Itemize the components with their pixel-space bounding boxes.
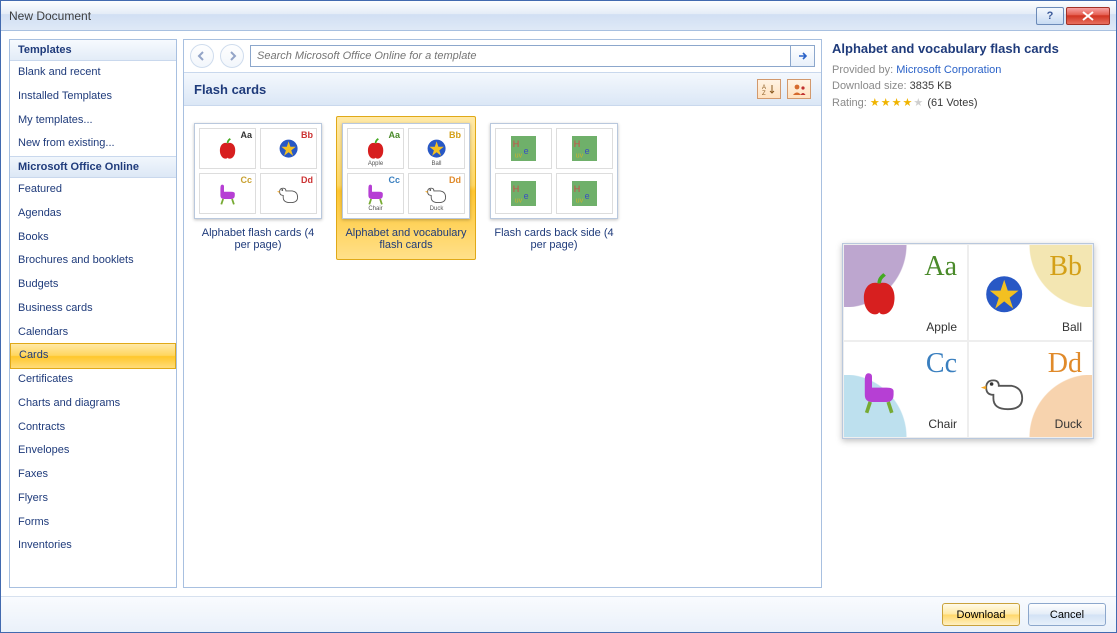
arrow-left-icon bbox=[196, 50, 208, 62]
window-title: New Document bbox=[7, 9, 1034, 23]
svg-text:e: e bbox=[585, 191, 590, 201]
sidebar-item[interactable]: Business cards bbox=[10, 297, 176, 321]
sidebar-item[interactable]: Charts and diagrams bbox=[10, 392, 176, 416]
title-bar: New Document ? bbox=[1, 1, 1116, 31]
person-icon bbox=[792, 83, 806, 95]
template-label: Alphabet and vocabulary flash cards bbox=[341, 227, 471, 251]
arrow-right-icon bbox=[797, 50, 809, 62]
new-document-dialog: New Document ? Templates Blank and recen… bbox=[0, 0, 1117, 633]
svg-text:H: H bbox=[513, 184, 520, 194]
search-input[interactable] bbox=[250, 45, 791, 67]
sort-button[interactable]: AZ bbox=[757, 79, 781, 99]
cancel-button[interactable]: Cancel bbox=[1028, 603, 1106, 626]
svg-text:e: e bbox=[585, 146, 590, 156]
svg-text:H: H bbox=[574, 184, 581, 194]
sidebar-item[interactable]: Books bbox=[10, 226, 176, 250]
preview-cell: CcChair bbox=[843, 341, 968, 438]
details-pane: Alphabet and vocabulary flash cards Prov… bbox=[828, 39, 1108, 588]
provided-by-link[interactable]: Microsoft Corporation bbox=[896, 64, 1001, 76]
preview-cell: AaApple bbox=[843, 244, 968, 341]
sidebar-item[interactable]: Contracts bbox=[10, 416, 176, 440]
template-label: Flash cards back side (4 per page) bbox=[489, 227, 619, 251]
svg-text:Z: Z bbox=[762, 91, 766, 95]
sidebar-item[interactable]: Brochures and booklets bbox=[10, 249, 176, 273]
sidebar-header: Templates bbox=[10, 40, 176, 61]
sidebar-item[interactable]: Calendars bbox=[10, 321, 176, 345]
sidebar-item[interactable]: Certificates bbox=[10, 368, 176, 392]
category-name: Flash cards bbox=[194, 82, 266, 97]
template-gallery-pane: Flash cards AZ bbox=[183, 39, 822, 588]
svg-text:uv: uv bbox=[515, 150, 523, 159]
preview-cell: DdDuck bbox=[968, 341, 1093, 438]
preview-cell: BbBall bbox=[968, 244, 1093, 341]
template-card[interactable]: AaBbCcDdAlphabet flash cards (4 per page… bbox=[188, 116, 328, 260]
rating-row: Rating: ★★★★★ (61 Votes) bbox=[832, 96, 1104, 109]
nav-forward-button[interactable] bbox=[220, 44, 244, 68]
close-button[interactable] bbox=[1066, 7, 1110, 25]
dialog-footer: Download Cancel bbox=[1, 596, 1116, 632]
download-size-row: Download size: 3835 KB bbox=[832, 80, 1104, 92]
arrow-right-icon bbox=[226, 50, 238, 62]
svg-text:H: H bbox=[513, 139, 520, 149]
customer-submitted-button[interactable] bbox=[787, 79, 811, 99]
download-button[interactable]: Download bbox=[942, 603, 1020, 626]
svg-text:uv: uv bbox=[576, 150, 584, 159]
template-sidebar: Templates Blank and recentInstalled Temp… bbox=[9, 39, 177, 588]
svg-text:uv: uv bbox=[515, 195, 523, 204]
template-preview: AaAppleBbBallCcChairDdDuck bbox=[842, 243, 1094, 439]
sidebar-item[interactable]: My templates... bbox=[10, 109, 176, 133]
sidebar-item[interactable]: Cards bbox=[10, 343, 176, 369]
star-rating: ★★★★★ bbox=[870, 97, 924, 109]
template-card[interactable]: AaAppleBbBallCcChairDdDuckAlphabet and v… bbox=[336, 116, 476, 260]
svg-text:e: e bbox=[524, 146, 529, 156]
help-button[interactable]: ? bbox=[1036, 7, 1064, 25]
sidebar-section-online[interactable]: Microsoft Office Online bbox=[10, 156, 176, 178]
sidebar-item[interactable]: Blank and recent bbox=[10, 61, 176, 85]
sidebar-item[interactable]: Forms bbox=[10, 511, 176, 535]
template-card[interactable]: HeuvHeuvHeuvHeuvFlash cards back side (4… bbox=[484, 116, 624, 260]
search-go-button[interactable] bbox=[791, 45, 815, 67]
sidebar-item[interactable]: Flyers bbox=[10, 487, 176, 511]
svg-text:e: e bbox=[524, 191, 529, 201]
svg-text:H: H bbox=[574, 139, 581, 149]
details-title: Alphabet and vocabulary flash cards bbox=[832, 41, 1104, 56]
sidebar-item[interactable]: Budgets bbox=[10, 273, 176, 297]
sidebar-item[interactable]: Faxes bbox=[10, 463, 176, 487]
sidebar-item[interactable]: New from existing... bbox=[10, 132, 176, 156]
template-label: Alphabet flash cards (4 per page) bbox=[193, 227, 323, 251]
svg-text:uv: uv bbox=[576, 195, 584, 204]
nav-back-button[interactable] bbox=[190, 44, 214, 68]
sidebar-item[interactable]: Featured bbox=[10, 178, 176, 202]
sidebar-item[interactable]: Agendas bbox=[10, 202, 176, 226]
sidebar-item[interactable]: Envelopes bbox=[10, 439, 176, 463]
sidebar-item[interactable]: Installed Templates bbox=[10, 85, 176, 109]
provided-by-row: Provided by: Microsoft Corporation bbox=[832, 64, 1104, 76]
category-header: Flash cards AZ bbox=[184, 72, 821, 106]
sidebar-item[interactable]: Inventories bbox=[10, 534, 176, 558]
sort-az-icon: AZ bbox=[762, 83, 776, 95]
